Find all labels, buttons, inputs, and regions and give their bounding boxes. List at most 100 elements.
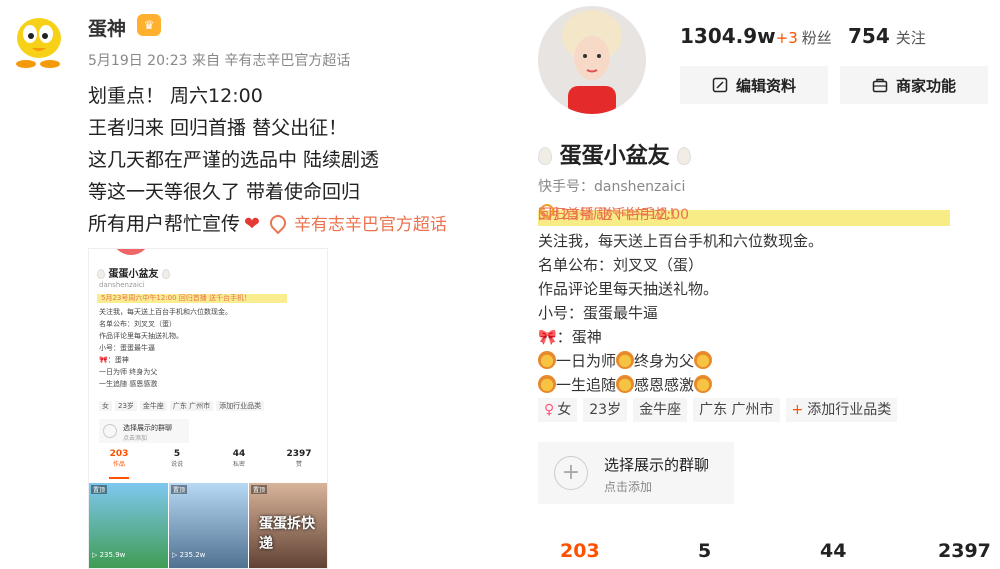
kuaishou-profile: 1304.9w+3 粉丝 754 关注 编辑资料 商家功能 蛋蛋小盆友 快手号：da… [510,0,1000,569]
follow-number: 754 [848,24,890,48]
merchant-label: 商家功能 [895,77,956,95]
mini-bio: 一生追随 感恩感激 [99,380,158,388]
mini-group-sub: 点击添加 [123,435,148,442]
mini-bio: 名单公布：刘叉叉（蛋） [99,320,176,328]
profile-stats: 203 5 44 2397 [510,540,1000,569]
plus-icon: + [791,402,804,418]
topic-label: 辛有志辛巴官方超话 [293,215,447,235]
topic-icon [266,211,290,235]
tab-works[interactable]: 203 [560,540,600,562]
lion-icon [538,351,556,369]
bio-line: 小号：蛋蛋最牛逼 [538,304,659,322]
fans-label: 粉丝 [801,29,832,47]
mini-bio: 🎀：蛋神 [99,356,129,364]
edit-profile-label: 编辑资料 [735,77,796,95]
tab-likes[interactable]: 2397 [938,540,991,562]
mini-stat: 44 私密 [232,449,246,468]
tag-zodiac: 金牛座 [633,398,688,422]
profile-tags: ♀ 女 23岁 金牛座 广东 广州市 + 添加行业品类 [538,398,903,422]
mini-tags: 女 23岁 金牛座 广东 广州市 添加行业品类 [99,401,267,411]
profile-name-text: 蛋蛋小盆友 [559,144,670,169]
female-icon: ♀ [544,402,555,418]
select-group-card[interactable]: + 选择展示的群聊 点击添加 [538,442,734,504]
mini-group-title: 选择展示的群聊 [123,424,172,432]
embedded-screenshot[interactable]: 蛋蛋小盆友 danshenzaici 5月23号周六中午12:00 回归首播 送… [88,248,328,569]
post-meta: 5月19日 20:23 来自 辛有志辛巴官方超话 [88,53,351,69]
post-body: 划重点！ 周六12:00 王者归来 回归首播 替父出征！ 这几天都在严谨的选品中… [88,80,447,240]
edit-icon [712,77,728,93]
bio-line: 作品评论里每天抽送礼物。 [538,280,719,298]
follow-label: 关注 [895,29,926,47]
mini-bio: 关注我，每天送上百台手机和六位数现金。 [99,308,232,316]
tag-location: 广东 广州市 [693,398,780,422]
lion-icon [538,375,556,393]
highlight-line: 5月23号周六中午12:00 回归首播 送千台手机！ [538,204,950,226]
mini-name-text: 蛋蛋小盆友 [108,269,159,280]
profile-avatar[interactable] [538,6,646,114]
fans-count[interactable]: 1304.9w+3 粉丝 [680,24,832,48]
topic-link[interactable]: 辛有志辛巴官方超话 [266,211,447,235]
egg-icon [677,147,692,165]
post-line: 划重点！ 周六12:00 [88,85,263,107]
mini-bio: 作品评论里每天抽送礼物。 [99,332,183,340]
post-line: 等这一天等很久了 带着使命回归 [88,181,361,203]
mini-avatar [111,249,151,255]
post-username[interactable]: 蛋神 [88,14,126,41]
video-thumbnail: 置顶 ▷ 235.9w [89,483,168,568]
lion-icon [616,351,635,369]
post-line: 这几天都在严谨的选品中 陆续剧透 [88,149,380,171]
vip-badge-icon: ♛ [137,14,161,36]
egg-icon [538,147,552,165]
tag-age: 23岁 [583,398,628,422]
mini-id: danshenzaici [99,281,145,289]
bio-line: 一日为师 终身为父 [538,350,713,371]
mini-tag: 广东 广州市 [169,401,214,411]
plus-circle-icon: + [554,456,588,490]
egg-icon [161,269,170,279]
mini-group-card: 选择展示的群聊 点击添加 [99,419,189,443]
lion-icon [694,351,713,369]
mini-stats: 203 作品 5 说说 44 私密 2397 赞 [89,449,327,479]
mini-tag: 金牛座 [139,401,167,411]
mini-tag: 添加行业品类 [216,401,265,411]
add-industry-button[interactable]: + 添加行业品类 [785,398,898,422]
tag-gender: ♀ 女 [538,398,578,422]
video-thumbnail: 置顶 ▷ 235.2w [169,483,248,568]
fans-number: 1304.9w [680,24,776,48]
post-line-last: 所有用户帮忙宣传 ❤ 辛有志辛巴官方超话 [88,208,447,240]
merchant-button[interactable]: 商家功能 [840,66,988,104]
mini-bio: 小号：蛋蛋最牛逼 [99,344,155,352]
mini-stat: 203 作品 [109,449,129,468]
fans-delta: +3 [775,29,798,47]
mini-highlight-text: 5月23号周六中午12:00 回归首播 送千台手机！ [101,294,251,302]
tab-private[interactable]: 44 [820,540,846,562]
post-avatar[interactable] [6,8,72,74]
plus-icon [103,424,117,438]
lion-icon [616,375,635,393]
bio-line: 名单公布：刘叉叉（蛋） [538,256,704,274]
heart-icon: ❤ [244,213,260,235]
follow-count[interactable]: 754 关注 [848,24,926,48]
bio-line: 关注我，每天送上百台手机和六位数现金。 [538,232,824,250]
weibo-post: 蛋神 ♛ 5月19日 20:23 来自 辛有志辛巴官方超话 划重点！ 周六12:… [0,0,510,569]
egg-icon [97,269,105,279]
mini-name: 蛋蛋小盆友 [97,265,170,280]
group-subtitle: 点击添加 [604,480,653,494]
edit-profile-button[interactable]: 编辑资料 [680,66,828,104]
video-thumbnail: 置顶 蛋蛋拆快递 [249,483,327,568]
mini-stat: 5 说说 [170,449,183,468]
mini-tab-underline [109,477,129,479]
bio-line: 🎀：蛋神 [538,328,602,346]
mini-thumbnails: 置顶 ▷ 235.9w 置顶 ▷ 235.2w 置顶 蛋蛋拆快递 [89,483,327,568]
mini-highlight: 5月23号周六中午12:00 回归首播 送千台手机！ [97,294,287,303]
post-line-text: 所有用户帮忙宣传 [88,213,241,235]
tab-posts[interactable]: 5 [698,540,711,562]
mini-bio: 一日为师 终身为父 [99,368,158,376]
profile-name: 蛋蛋小盆友 [538,138,692,170]
shop-icon [872,78,888,93]
ribbon-icon: 🎀 [538,328,557,346]
lion-icon [694,375,713,393]
group-title: 选择展示的群聊 [604,456,710,474]
kuaishou-id: 快手号：danshenzaici [538,179,686,195]
post-line: 王者归来 回归首播 替父出征！ [88,117,348,139]
